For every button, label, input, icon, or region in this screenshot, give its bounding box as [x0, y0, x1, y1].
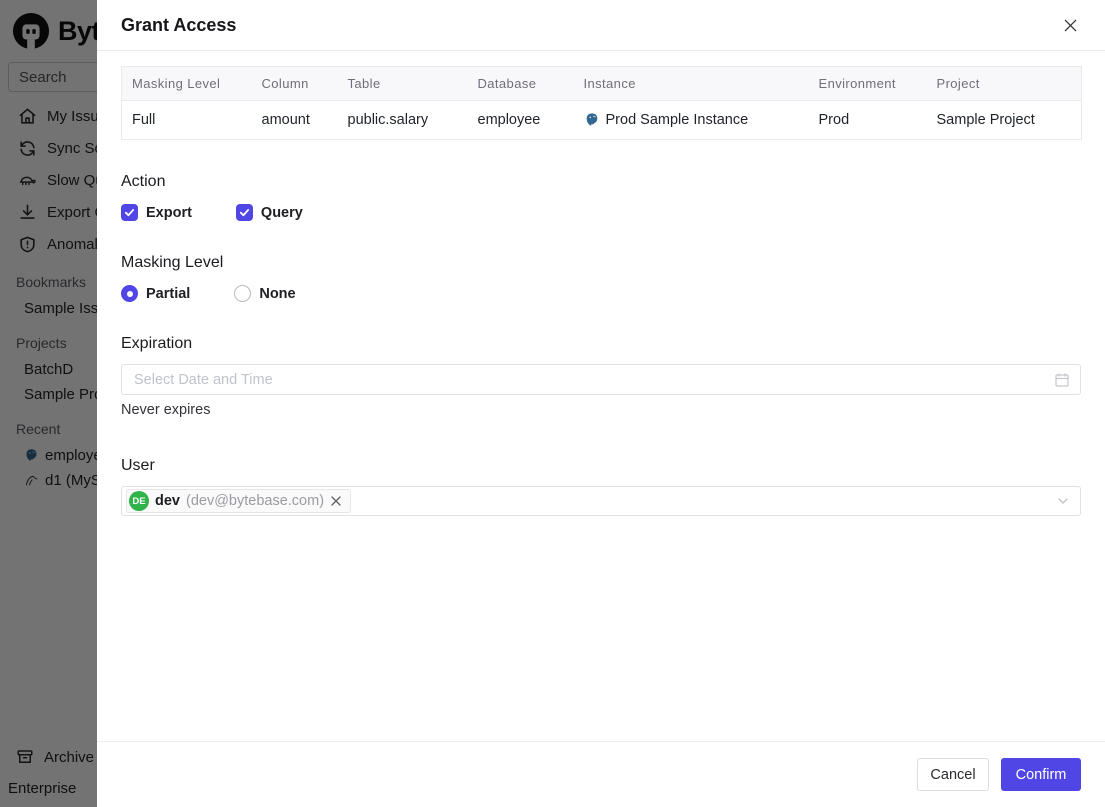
instance-name: Prod Sample Instance [605, 112, 749, 128]
table-row: Full amount public.salary employee Prod … [122, 101, 1082, 140]
close-icon [1064, 19, 1076, 31]
remove-user-button[interactable] [330, 495, 342, 507]
grant-table: Masking Level Column Table Database Inst… [121, 66, 1082, 140]
user-email: (dev@bytebase.com) [186, 493, 325, 509]
avatar: DE [129, 491, 149, 511]
postgresql-icon [586, 113, 597, 126]
cell-masking-level: Full [132, 112, 156, 128]
col-header-environment: Environment [808, 66, 927, 101]
calendar-icon [1055, 373, 1069, 387]
col-header-column: Column [251, 66, 338, 101]
app-root: Bytebase My Issues Sync Schema Slow Quer… [0, 0, 1105, 807]
action-section-label: Action [121, 173, 166, 190]
col-header-instance: Instance [573, 66, 809, 101]
user-tag: DE dev (dev@bytebase.com) [126, 489, 352, 513]
chevron-down-icon [1056, 494, 1070, 508]
modal-body: Masking Level Column Table Database Inst… [97, 51, 1105, 741]
none-radio-option[interactable]: None [234, 285, 296, 302]
cell-environment: Prod [818, 112, 850, 128]
modal-header: Grant Access [97, 0, 1105, 51]
export-checkbox-option[interactable]: Export [121, 204, 192, 221]
date-placeholder: Select Date and Time [134, 371, 273, 388]
close-button[interactable] [1059, 14, 1081, 36]
cell-table: public.salary [347, 112, 429, 128]
never-expires-note: Never expires [121, 402, 211, 418]
expiration-date-input[interactable]: Select Date and Time [121, 364, 1081, 395]
cell-project: Sample Project [936, 112, 1035, 128]
col-header-masking-level: Masking Level [121, 66, 252, 101]
col-header-project: Project [926, 66, 1082, 101]
cancel-button[interactable]: Cancel [917, 758, 989, 791]
user-name: dev [155, 493, 180, 509]
modal-title: Grant Access [121, 14, 237, 35]
close-icon [331, 496, 341, 506]
radio-selected-icon[interactable] [121, 285, 138, 302]
expiration-section-label: Expiration [121, 335, 193, 352]
partial-radio-label: Partial [146, 285, 191, 302]
user-select[interactable]: DE dev (dev@bytebase.com) [121, 486, 1081, 516]
cell-column: amount [261, 112, 310, 128]
action-options: Export Query [121, 204, 1081, 221]
checkbox-checked-icon[interactable] [235, 204, 253, 221]
confirm-button[interactable]: Confirm [1001, 758, 1081, 791]
cell-instance: Prod Sample Instance [574, 101, 809, 140]
grant-access-modal: Grant Access Masking Level Column Table … [97, 0, 1105, 807]
query-checkbox-label: Query [260, 204, 303, 221]
cell-database: employee [477, 112, 541, 128]
partial-radio-option[interactable]: Partial [121, 285, 190, 302]
modal-footer: Cancel Confirm [97, 741, 1105, 807]
masking-options: Partial None [121, 285, 1081, 302]
table-header-row: Masking Level Column Table Database Inst… [121, 66, 1082, 101]
none-radio-label: None [259, 285, 296, 302]
masking-section-label: Masking Level [121, 254, 224, 271]
radio-unselected-icon[interactable] [234, 285, 252, 302]
user-section-label: User [121, 457, 155, 474]
checkbox-checked-icon[interactable] [121, 204, 138, 221]
col-header-table: Table [337, 66, 468, 101]
export-checkbox-label: Export [146, 204, 192, 221]
query-checkbox-option[interactable]: Query [235, 204, 303, 221]
col-header-database: Database [467, 66, 574, 101]
